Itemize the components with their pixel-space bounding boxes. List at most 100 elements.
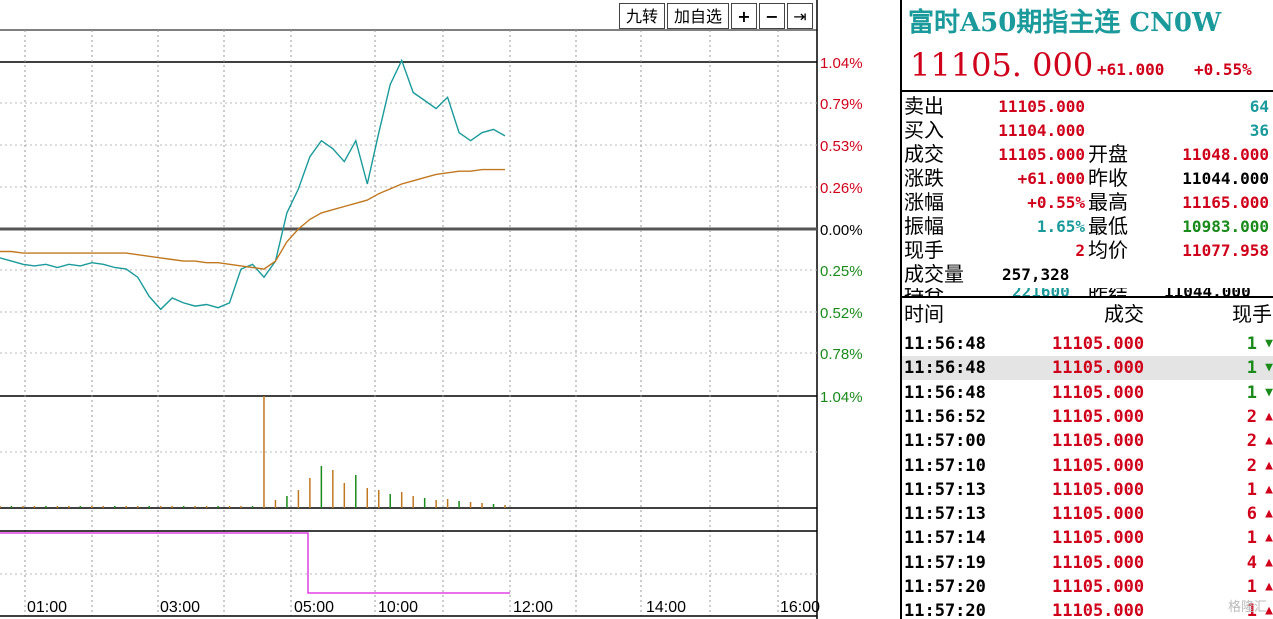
last-price: 11105. 000: [910, 46, 1094, 84]
chart-canvas[interactable]: 1.04% 0.79% 0.53% 0.26% 0.00% 0.25% 0.52% 0.78%…: [0, 0, 900, 619]
quote-value: 11105.000: [998, 145, 1085, 164]
x-tick-label: 03:00: [160, 599, 200, 616]
quote-label: 卖出: [904, 94, 944, 118]
trade-volume: 1: [1246, 334, 1257, 354]
trade-price: 11105.000: [1052, 528, 1145, 549]
y-tick-label: 0.53%: [820, 138, 863, 155]
trade-volume: 2: [1246, 455, 1257, 476]
trade-time: 11:57:10: [904, 455, 986, 476]
trade-price: 11105.000: [1052, 479, 1145, 500]
quote-value: 11077.958: [1182, 241, 1269, 260]
quote-value: 36: [1249, 121, 1269, 140]
zoom-out-button[interactable]: −: [759, 3, 785, 29]
quote-value: 11044.000: [1182, 169, 1269, 188]
trade-row[interactable]: 11:57:19 11105.000 4 ▲: [902, 551, 1273, 575]
quote-label: 涨幅: [904, 190, 944, 214]
x-tick-label: 01:00: [27, 599, 67, 616]
nine-turn-button[interactable]: 九转: [619, 3, 665, 29]
trade-row[interactable]: 11:57:20 11105.000 1 ▲: [902, 575, 1273, 599]
y-tick-label: 1.04%: [820, 55, 863, 72]
arrow-up-icon: ▲: [1265, 481, 1273, 497]
trade-time: 11:56:48: [904, 358, 986, 379]
trade-time: 11:57:20: [904, 577, 986, 597]
price-change: +61.000: [1097, 60, 1165, 79]
trade-header-time: 时间: [904, 302, 944, 326]
quote-value: 11165.000: [1182, 193, 1269, 212]
trade-volume: 2: [1246, 431, 1257, 452]
trade-header-price: 成交: [1104, 302, 1144, 326]
quote-label: 成交: [904, 142, 944, 166]
expand-button[interactable]: ⇥: [787, 3, 813, 29]
trade-row[interactable]: 11:57:13 11105.000 6 ▲: [902, 502, 1273, 526]
trade-time: 11:57:00: [904, 431, 986, 452]
price-change-pct: +0.55%: [1194, 60, 1252, 79]
indicator-line: [0, 532, 510, 594]
quote-label: 涨跌: [904, 166, 944, 190]
quote-cell: 昨结: [1088, 288, 1128, 296]
trade-volume: 2: [1246, 406, 1257, 427]
quote-label: 开盘: [1088, 142, 1128, 166]
arrow-up-icon: ▲: [1265, 506, 1273, 522]
trade-row[interactable]: 11:56:48 11105.000 1 ▼: [902, 381, 1273, 405]
x-tick-label: 16:00: [780, 599, 820, 616]
trade-row[interactable]: 11:56:48 11105.000 1 ▼: [902, 356, 1273, 381]
quote-label: 成交量: [904, 262, 964, 286]
price-series-line: [0, 58, 506, 311]
arrow-up-icon: ▲: [1265, 433, 1273, 449]
trade-time: 11:56:52: [904, 406, 986, 427]
x-tick-label: 05:00: [294, 599, 334, 616]
zoom-in-button[interactable]: +: [731, 3, 757, 29]
quote-value: 64: [1249, 97, 1269, 116]
y-tick-label: 1.04%: [820, 389, 863, 406]
trade-row[interactable]: 11:56:48 11105.000 1 ▼: [902, 332, 1273, 356]
x-tick-label: 14:00: [646, 599, 686, 616]
trade-header-row: 时间 成交 现手: [902, 302, 1273, 326]
arrow-down-icon: ▼: [1265, 336, 1273, 351]
trade-row[interactable]: 11:57:13 11105.000 1 ▲: [902, 478, 1273, 502]
trade-price: 11105.000: [1052, 334, 1145, 354]
trade-row[interactable]: 11:57:20 11105.000 1 ▲: [902, 599, 1273, 619]
trade-row[interactable]: 11:56:52 11105.000 2 ▲: [902, 405, 1273, 429]
quote-label: 振幅: [904, 214, 944, 238]
arrow-up-icon: ▲: [1265, 554, 1273, 570]
trade-row[interactable]: 11:57:10 11105.000 2 ▲: [902, 454, 1273, 478]
trade-price: 11105.000: [1052, 552, 1145, 573]
average-series-line: [0, 168, 505, 270]
instrument-title: 富时A50期指主连 CN0W: [908, 8, 1222, 38]
quote-label: 现手: [904, 238, 944, 262]
divider: [902, 296, 1273, 298]
quote-cell: 11044.000: [1164, 288, 1251, 296]
trade-row[interactable]: 11:57:00 11105.000 2 ▲: [902, 429, 1273, 453]
quote-value: +0.55%: [1027, 193, 1085, 212]
trade-price: 11105.000: [1052, 577, 1145, 597]
quote-cell: 持仓: [904, 288, 944, 296]
trade-time: 11:57:14: [904, 528, 986, 549]
watermark: 格隆汇: [1227, 600, 1267, 615]
arrow-down-icon: ▼: [1265, 384, 1273, 400]
arrow-up-icon: ▲: [1265, 408, 1273, 424]
x-tick-label: 10:00: [378, 599, 418, 616]
trade-volume: 1: [1246, 382, 1257, 403]
trade-price: 11105.000: [1052, 406, 1145, 427]
trade-volume: 1: [1246, 528, 1257, 549]
x-tick-label: 12:00: [513, 599, 553, 616]
trade-row[interactable]: 11:57:14 11105.000 1 ▲: [902, 526, 1273, 550]
y-tick-label: 0.78%: [820, 346, 863, 363]
trade-price: 11105.000: [1052, 455, 1145, 476]
quote-cell: 221600: [1012, 288, 1070, 296]
add-watchlist-button[interactable]: 加自选: [667, 3, 729, 29]
trade-price: 11105.000: [1052, 382, 1145, 403]
trade-time: 11:56:48: [904, 382, 986, 403]
trade-time: 11:57:20: [904, 601, 986, 619]
quote-value: 10983.000: [1182, 217, 1269, 236]
y-tick-label: 0.00%: [820, 222, 863, 239]
trade-time: 11:57:13: [904, 479, 986, 500]
trade-time: 11:57:13: [904, 504, 986, 525]
trade-price: 11105.000: [1052, 358, 1145, 379]
y-tick-label: 0.26%: [820, 180, 863, 197]
quote-value: +61.000: [1017, 169, 1085, 188]
quote-label: 均价: [1088, 238, 1128, 262]
trade-time: 11:57:19: [904, 552, 986, 573]
arrow-up-icon: ▲: [1265, 530, 1273, 546]
intraday-chart[interactable]: 1.04% 0.79% 0.53% 0.26% 0.00% 0.25% 0.52% 0.78%…: [0, 0, 900, 619]
